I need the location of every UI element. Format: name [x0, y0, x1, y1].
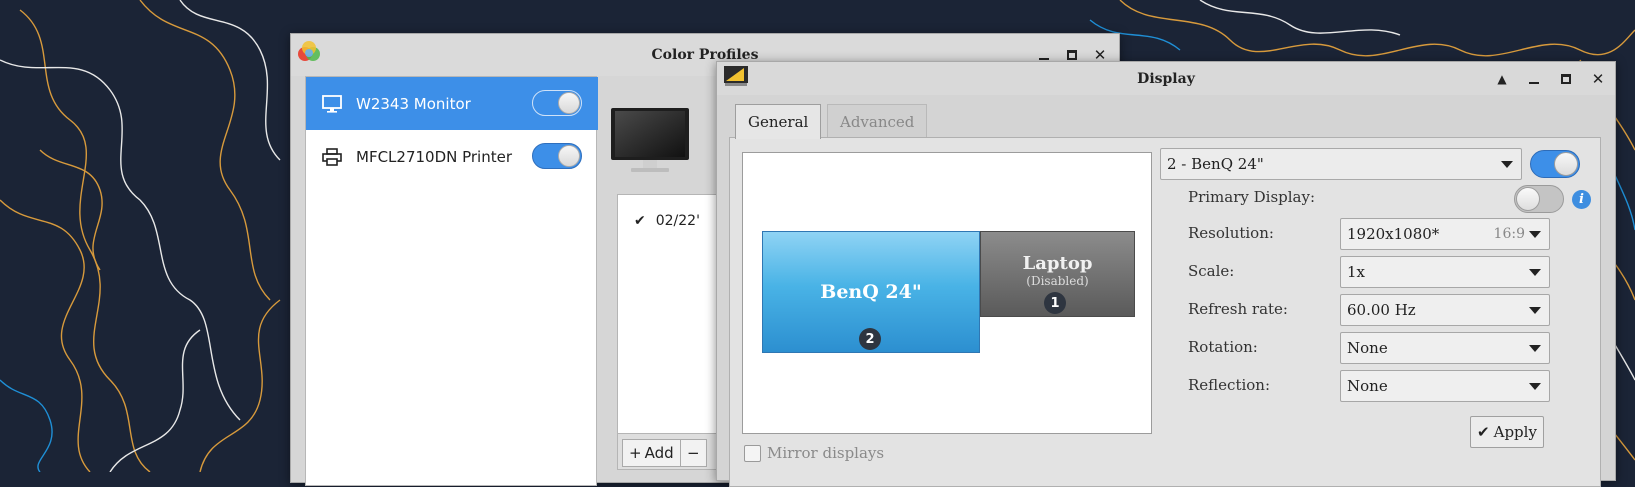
- reflection-select[interactable]: None: [1340, 370, 1550, 402]
- chevron-down-icon: [1529, 307, 1541, 314]
- display-select[interactable]: 2 - BenQ 24": [1160, 148, 1522, 180]
- toggle-knob: [558, 145, 580, 167]
- chevron-up-icon: ▲: [1497, 71, 1507, 86]
- tab-advanced[interactable]: Advanced: [827, 104, 928, 138]
- mirror-displays-checkbox[interactable]: [744, 444, 761, 462]
- chevron-down-icon: [1501, 161, 1513, 168]
- device-label: MFCL2710DN Printer: [356, 147, 513, 166]
- rotation-label: Rotation:: [1188, 338, 1258, 356]
- shade-button[interactable]: ▲: [1495, 72, 1509, 86]
- chevron-down-icon: [1529, 345, 1541, 352]
- close-button[interactable]: ✕: [1591, 69, 1605, 88]
- device-row-monitor[interactable]: W2343 Monitor: [306, 77, 598, 130]
- rotation-select[interactable]: None: [1340, 332, 1550, 364]
- chevron-down-icon: [1529, 269, 1541, 276]
- chevron-down-icon: [1529, 231, 1541, 238]
- minimize-icon: [1529, 81, 1539, 84]
- device-label: W2343 Monitor: [356, 94, 471, 113]
- maximize-icon: [1561, 73, 1571, 84]
- reflection-label: Reflection:: [1188, 376, 1271, 394]
- close-icon: ✕: [1591, 69, 1605, 88]
- plus-icon: +: [629, 444, 642, 462]
- aspect-ratio: 16:9: [1493, 226, 1525, 242]
- resolution-select[interactable]: 1920x1080* 16:9: [1340, 218, 1550, 250]
- close-button[interactable]: ✕: [1093, 46, 1107, 64]
- resolution-label: Resolution:: [1188, 224, 1274, 242]
- general-panel: BenQ 24" 2 Laptop (Disabled) 1 Mirror di…: [729, 137, 1601, 487]
- refresh-rate-value: 60.00 Hz: [1347, 301, 1416, 319]
- minimize-button[interactable]: [1527, 72, 1541, 86]
- display-select-value: 2 - BenQ 24": [1167, 155, 1264, 173]
- reflection-value: None: [1347, 377, 1388, 395]
- display-layout-area: BenQ 24" 2 Laptop (Disabled) 1: [742, 152, 1152, 434]
- refresh-rate-label: Refresh rate:: [1188, 300, 1288, 318]
- checkmark-icon: ✔: [1477, 423, 1490, 441]
- device-list: W2343 Monitor MFCL2710DN Printer: [305, 76, 598, 486]
- screen-benq[interactable]: BenQ 24" 2: [762, 231, 980, 353]
- screen-number-badge: 1: [1044, 292, 1066, 314]
- toggle-knob: [558, 92, 580, 114]
- checkmark-icon: ✔: [634, 213, 646, 229]
- apply-button[interactable]: ✔ Apply: [1470, 416, 1544, 448]
- apply-label: Apply: [1493, 423, 1537, 441]
- display-titlebar[interactable]: Display ▲ ✕: [717, 62, 1615, 95]
- scale-select[interactable]: 1x: [1340, 256, 1550, 288]
- primary-display-toggle[interactable]: [1514, 185, 1564, 213]
- chevron-down-icon: [1529, 383, 1541, 390]
- rotation-value: None: [1347, 339, 1388, 357]
- display-window: Display ▲ ✕ General Advanced BenQ 24" 2 …: [716, 61, 1616, 487]
- tab-label: Advanced: [840, 112, 915, 131]
- toggle-knob: [1516, 187, 1540, 211]
- profile-toolbar: + Add −: [617, 434, 717, 470]
- minimize-button[interactable]: [1037, 48, 1051, 62]
- device-toggle[interactable]: [532, 143, 582, 169]
- minimize-icon: [1039, 58, 1049, 60]
- scale-value: 1x: [1347, 263, 1366, 281]
- primary-display-label: Primary Display:: [1188, 188, 1316, 206]
- window-controls: ▲ ✕: [1495, 62, 1605, 95]
- monitor-device-image: [611, 108, 689, 172]
- mirror-displays-option[interactable]: Mirror displays: [744, 444, 884, 462]
- remove-profile-button[interactable]: −: [680, 439, 707, 467]
- profile-label: 02/22': [655, 213, 700, 229]
- screen-status: (Disabled): [1026, 273, 1089, 288]
- screen-laptop[interactable]: Laptop (Disabled) 1: [980, 231, 1135, 317]
- device-toggle[interactable]: [532, 90, 582, 116]
- screen-number-badge: 2: [859, 328, 881, 350]
- tab-general[interactable]: General: [735, 104, 822, 139]
- printer-icon: [322, 147, 344, 167]
- toggle-knob: [1554, 152, 1578, 176]
- resolution-value: 1920x1080*: [1347, 225, 1440, 243]
- profile-row[interactable]: ✔ 02/22': [634, 213, 700, 229]
- maximize-icon: [1067, 50, 1077, 60]
- tab-label: General: [748, 113, 809, 131]
- refresh-rate-select[interactable]: 60.00 Hz: [1340, 294, 1550, 326]
- screen-name: Laptop: [1022, 252, 1093, 274]
- minus-icon: −: [687, 444, 700, 462]
- profile-list: ✔ 02/22': [617, 194, 717, 434]
- display-enable-toggle[interactable]: [1530, 150, 1580, 178]
- device-row-printer[interactable]: MFCL2710DN Printer: [306, 130, 598, 183]
- info-icon[interactable]: i: [1572, 190, 1591, 209]
- screen-name: BenQ 24": [820, 281, 922, 303]
- display-app-icon: [724, 66, 748, 86]
- maximize-button[interactable]: [1065, 48, 1079, 62]
- color-profiles-app-icon: [298, 41, 320, 61]
- monitor-icon: [322, 94, 344, 114]
- close-icon: ✕: [1093, 46, 1107, 64]
- add-label: Add: [644, 444, 674, 462]
- window-title: Display: [1137, 70, 1195, 87]
- scale-label: Scale:: [1188, 262, 1235, 280]
- add-profile-button[interactable]: + Add: [622, 439, 681, 467]
- maximize-button[interactable]: [1559, 72, 1573, 86]
- mirror-displays-label: Mirror displays: [767, 444, 885, 462]
